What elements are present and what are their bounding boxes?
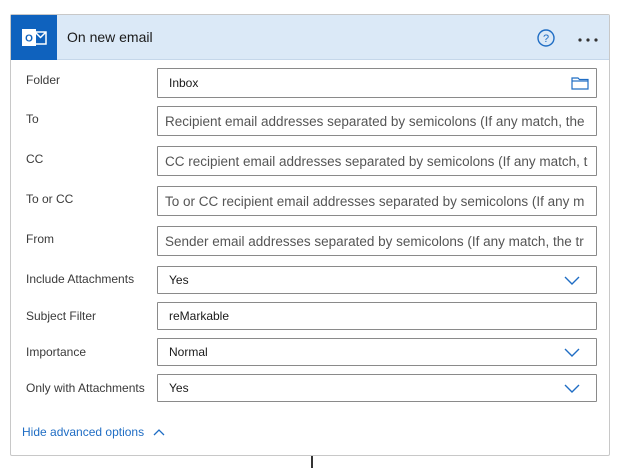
folder-value: Inbox xyxy=(169,76,199,90)
importance-value: Normal xyxy=(169,345,208,359)
to-or-cc-field[interactable]: To or CC recipient email addresses separ… xyxy=(157,186,597,216)
card-header[interactable]: O On new email ? xyxy=(11,15,609,60)
include-attachments-value: Yes xyxy=(169,273,189,287)
more-icon[interactable] xyxy=(577,32,599,42)
chevron-up-icon xyxy=(153,428,165,436)
subject-filter-label: Subject Filter xyxy=(26,309,97,323)
folder-label: Folder xyxy=(26,73,61,87)
svg-text:O: O xyxy=(25,33,33,44)
folder-icon[interactable] xyxy=(571,69,589,97)
svg-text:?: ? xyxy=(543,33,549,45)
to-or-cc-placeholder: To or CC recipient email addresses separ… xyxy=(165,193,585,209)
chevron-down-icon[interactable] xyxy=(564,267,580,293)
subject-filter-input[interactable]: reMarkable xyxy=(157,302,597,330)
card-title: On new email xyxy=(67,29,153,45)
subject-filter-value: reMarkable xyxy=(169,309,230,323)
chevron-down-icon[interactable] xyxy=(564,375,580,401)
from-label: From xyxy=(26,232,54,246)
hide-advanced-options-label: Hide advanced options xyxy=(22,425,145,439)
from-placeholder: Sender email addresses separated by semi… xyxy=(165,233,584,249)
include-attachments-dropdown[interactable]: Yes xyxy=(157,266,597,294)
to-label: To xyxy=(26,112,39,126)
from-field[interactable]: Sender email addresses separated by semi… xyxy=(157,226,597,256)
trigger-card: O On new email ? Folder Inbox To Recipie… xyxy=(10,14,610,456)
to-placeholder: Recipient email addresses separated by s… xyxy=(165,113,585,129)
flow-connector-line xyxy=(311,456,313,468)
outlook-icon: O xyxy=(11,15,57,60)
folder-field[interactable]: Inbox xyxy=(157,68,597,98)
importance-label: Importance xyxy=(26,345,87,359)
help-icon[interactable]: ? xyxy=(535,27,557,49)
chevron-down-icon[interactable] xyxy=(564,339,580,365)
cc-placeholder: CC recipient email addresses separated b… xyxy=(165,153,588,169)
only-with-attachments-value: Yes xyxy=(169,381,189,395)
include-attachments-label: Include Attachments xyxy=(26,272,135,286)
only-with-attachments-label: Only with Attachments xyxy=(26,381,145,395)
only-with-attachments-dropdown[interactable]: Yes xyxy=(157,374,597,402)
to-or-cc-label: To or CC xyxy=(26,192,74,206)
importance-dropdown[interactable]: Normal xyxy=(157,338,597,366)
to-field[interactable]: Recipient email addresses separated by s… xyxy=(157,106,597,136)
cc-label: CC xyxy=(26,152,44,166)
hide-advanced-options-link[interactable]: Hide advanced options xyxy=(22,425,165,439)
cc-field[interactable]: CC recipient email addresses separated b… xyxy=(157,146,597,176)
